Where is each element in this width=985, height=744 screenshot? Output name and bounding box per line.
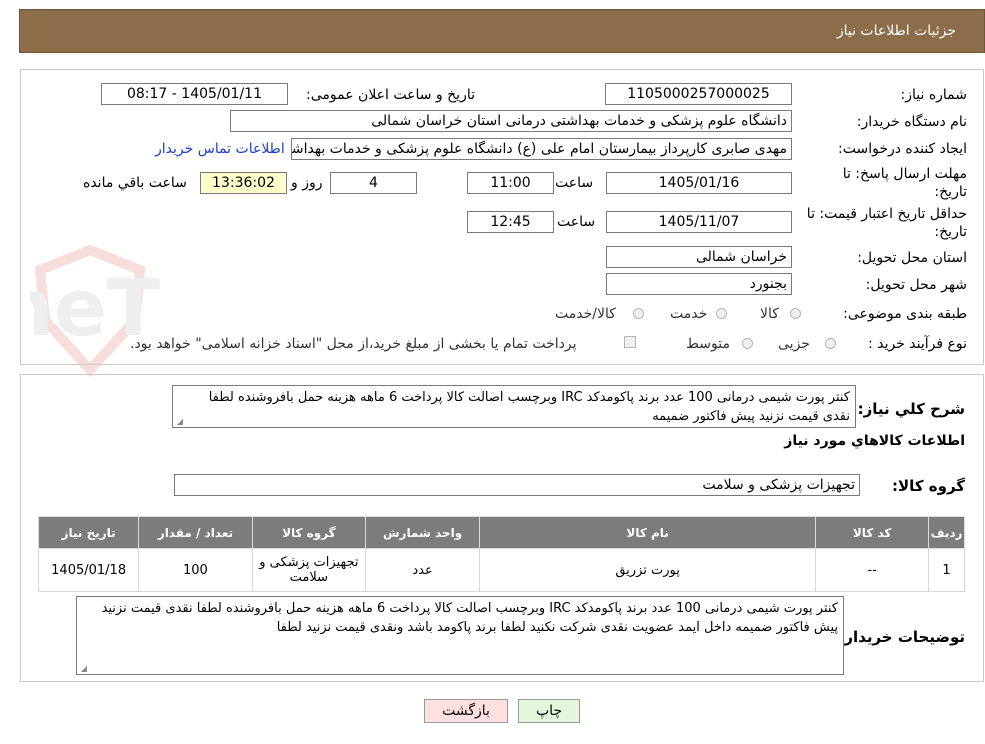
goods-group-field: تجهیزات پزشکی و سلامت: [174, 474, 860, 496]
resize-handle-icon[interactable]: ◢: [79, 665, 87, 673]
city-label: شهر محل تحویل:: [865, 277, 967, 293]
validity-label: حداقل تاریخ اعتبار قیمت: تا: [806, 206, 967, 222]
page-title: جزئیات اطلاعات نیاز: [836, 23, 956, 39]
city-field: بجنورد: [606, 273, 792, 295]
cell-row: 1: [928, 548, 965, 592]
buyer-contact-link[interactable]: اطلاعات تماس خریدار: [155, 141, 285, 157]
validity-date-field: 1405/11/07: [606, 211, 792, 233]
announce-field: 1405/01/11 - 08:17: [101, 83, 288, 105]
summary-label: شرح کلي نياز:: [857, 400, 965, 418]
process-medium-radio[interactable]: [742, 338, 753, 349]
col-unit: واحد شمارش: [365, 516, 480, 549]
validity-time-field: 12:45: [467, 211, 554, 233]
province-field: خراسان شمالی: [606, 246, 792, 268]
cell-name: پورت تزریق: [478, 548, 817, 592]
col-quantity: تعداد / مقدار: [138, 516, 253, 549]
goods-info-title: اطلاعات کالاهاي مورد نياز: [784, 433, 965, 449]
treasury-note: پرداخت تمام یا بخشی از مبلغ خرید،از محل …: [130, 336, 577, 352]
remaining-days-field: 4: [330, 172, 417, 194]
category-both-label: کالا/خدمت: [555, 306, 616, 322]
category-service-radio[interactable]: [716, 308, 727, 319]
summary-textarea[interactable]: کنتر پورت شیمی درمانی 100 عدد برند پاکوم…: [172, 385, 856, 428]
buyer-notes-textarea[interactable]: کنتر پورت شیمی درمانی 100 عدد برند پاکوم…: [76, 596, 844, 675]
category-label: طبقه بندی موضوعی:: [843, 306, 967, 322]
category-both-radio[interactable]: [633, 308, 644, 319]
back-button[interactable]: بازگشت: [424, 699, 508, 723]
page-header: جزئیات اطلاعات نیاز: [19, 9, 985, 53]
creator-field: مهدی صابری کارپرداز بیمارستان امام علی (…: [291, 138, 792, 160]
province-label: استان محل تحویل:: [857, 250, 967, 266]
cell-unit: عدد: [365, 548, 480, 592]
need-number-label: شماره نیاز:: [900, 87, 968, 103]
treasury-checkbox[interactable]: [624, 336, 636, 348]
remaining-time-field: 13:36:02: [200, 172, 287, 194]
resize-handle-icon[interactable]: ◢: [175, 418, 183, 426]
col-date: تاریخ نیاز: [37, 516, 140, 549]
creator-label: ایجاد کننده درخواست:: [838, 141, 967, 157]
cell-code: --: [815, 548, 930, 592]
col-group: گروه کالا: [251, 516, 367, 549]
category-service-label: خدمت: [670, 306, 708, 322]
items-table: رديف کد کالا نام کالا واحد شمارش گروه کا…: [37, 516, 965, 592]
deadline-label-date: تاریخ:: [934, 184, 967, 200]
validity-time-label: ساعت: [557, 214, 596, 230]
process-medium-label: متوسط: [686, 336, 730, 352]
table-header-row: رديف کد کالا نام کالا واحد شمارش گروه کا…: [37, 516, 965, 549]
deadline-label: مهلت ارسال پاسخ: تا: [842, 166, 967, 182]
category-goods-radio[interactable]: [790, 308, 801, 319]
buyer-notes-label: توضیحات خریدار:: [838, 628, 965, 646]
col-row: رديف: [928, 516, 965, 549]
buyer-org-field: دانشگاه علوم پزشکی و خدمات بهداشتی درمان…: [230, 110, 792, 132]
buyer-notes-text: کنتر پورت شیمی درمانی 100 عدد برند پاکوم…: [101, 601, 838, 635]
deadline-date-field: 1405/01/16: [606, 172, 792, 194]
cell-quantity: 100: [138, 548, 253, 592]
goods-group-label: گروه کالا:: [892, 477, 965, 495]
remaining-label: ساعت باقي مانده: [83, 175, 187, 191]
days-label: روز و: [291, 175, 323, 191]
cell-group: تجهیزات پزشکی و سلامت: [251, 548, 367, 592]
summary-text: کنتر پورت شیمی درمانی 100 عدد برند پاکوم…: [208, 390, 850, 424]
col-code: کد کالا: [815, 516, 930, 549]
buyer-org-label: نام دستگاه خریدار:: [856, 114, 967, 130]
deadline-time-field: 11:00: [467, 172, 554, 194]
announce-label: تاریخ و ساعت اعلان عمومی:: [306, 87, 475, 103]
process-label: نوع فرآیند خرید :: [868, 336, 967, 352]
cell-date: 1405/01/18: [37, 548, 140, 592]
col-name: نام کالا: [478, 516, 817, 549]
table-row: 1 -- پورت تزریق عدد تجهیزات پزشکی و سلام…: [37, 548, 965, 592]
deadline-time-label: ساعت: [555, 175, 594, 191]
need-number-field: 1105000257000025: [605, 83, 792, 105]
validity-label-date: تاریخ:: [934, 224, 967, 240]
category-goods-label: کالا: [760, 306, 779, 322]
process-small-label: جزیی: [778, 336, 810, 352]
print-button[interactable]: چاپ: [518, 699, 580, 723]
process-small-radio[interactable]: [825, 338, 836, 349]
